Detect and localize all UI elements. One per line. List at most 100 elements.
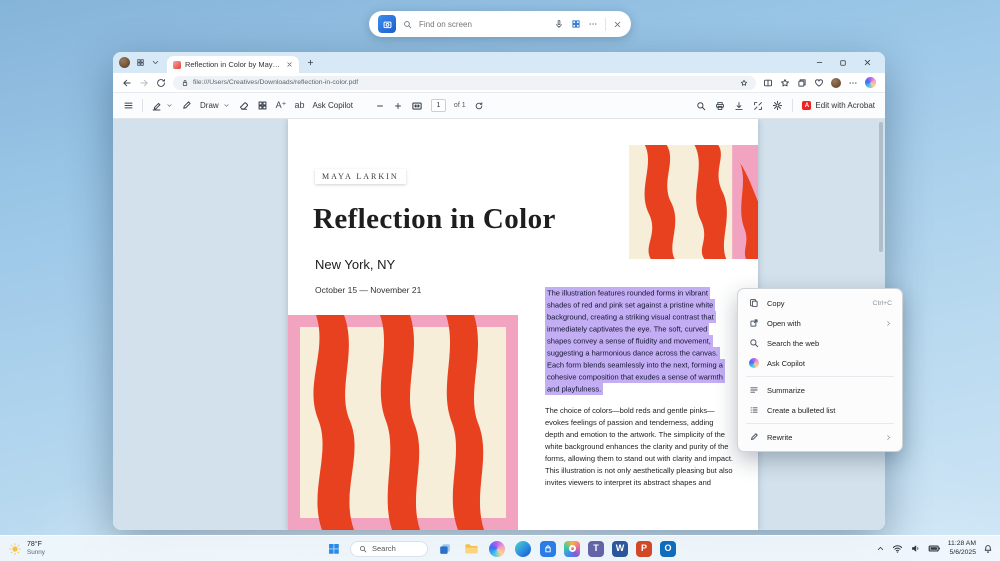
rotate-icon[interactable] bbox=[474, 101, 484, 111]
selected-paragraph[interactable]: The illustration features rounded forms … bbox=[545, 287, 733, 395]
close-icon[interactable] bbox=[613, 20, 622, 29]
artist-name-label: MAYA LARKIN bbox=[315, 169, 406, 184]
powerpoint-letter: P bbox=[641, 544, 647, 553]
artwork-left bbox=[288, 315, 518, 530]
menu-separator bbox=[746, 423, 894, 424]
tab-close-icon[interactable] bbox=[286, 61, 293, 68]
context-menu-item-ask-copilot[interactable]: Ask Copilot bbox=[738, 353, 902, 373]
copilot-icon bbox=[748, 358, 759, 368]
taskbar-search[interactable]: Search bbox=[350, 541, 428, 557]
zoom-out-icon[interactable] bbox=[375, 101, 385, 111]
context-menu-item-bulleted-list[interactable]: Create a bulleted list bbox=[738, 400, 902, 420]
url-field[interactable]: file:///Users/Creatives/Downloads/reflec… bbox=[173, 76, 756, 90]
more-icon[interactable] bbox=[588, 19, 598, 29]
document-location: New York, NY bbox=[315, 257, 395, 272]
document-dates: October 15 — November 21 bbox=[315, 285, 421, 295]
copilot-icon[interactable] bbox=[865, 77, 876, 88]
minimize-button[interactable] bbox=[807, 53, 831, 72]
battery-icon[interactable] bbox=[928, 542, 941, 555]
photos-icon[interactable] bbox=[564, 541, 580, 557]
organize-pages-icon[interactable] bbox=[257, 100, 268, 111]
profile-avatar[interactable] bbox=[831, 78, 841, 88]
page-number-input[interactable] bbox=[431, 99, 446, 112]
workspaces-icon[interactable] bbox=[136, 58, 145, 67]
chevron-down-icon[interactable] bbox=[166, 102, 173, 109]
clock-time: 11:28 AM bbox=[948, 540, 976, 548]
capture-options-icon[interactable] bbox=[571, 19, 581, 29]
browser-tab[interactable]: Reflection in Color by Maya Lark... bbox=[167, 56, 299, 73]
collections-icon[interactable] bbox=[797, 78, 807, 88]
tab-strip: Reflection in Color by Maya Lark... bbox=[113, 52, 885, 73]
edit-with-acrobat-button[interactable]: A Edit with Acrobat bbox=[802, 101, 875, 110]
store-icon[interactable] bbox=[540, 541, 556, 557]
copilot-app-icon[interactable] bbox=[488, 540, 506, 558]
back-icon[interactable] bbox=[122, 78, 132, 88]
chevron-down-icon[interactable] bbox=[223, 102, 230, 109]
read-aloud-icon[interactable]: ab bbox=[294, 101, 304, 110]
bulleted-list-icon bbox=[748, 405, 759, 415]
pdf-scrollbar[interactable] bbox=[879, 122, 883, 252]
tab-actions-icon[interactable] bbox=[151, 58, 160, 67]
word-icon[interactable]: W bbox=[612, 541, 628, 557]
start-button[interactable] bbox=[324, 540, 342, 558]
bookmark-star-icon[interactable] bbox=[740, 79, 748, 87]
mic-icon[interactable] bbox=[554, 19, 564, 29]
hidden-icons-chevron[interactable] bbox=[876, 544, 885, 553]
acrobat-icon: A bbox=[802, 101, 811, 110]
find-in-document-icon[interactable] bbox=[696, 101, 706, 111]
context-menu: Copy Ctrl+C Open with Search the web Ask… bbox=[737, 288, 903, 452]
context-menu-item-rewrite[interactable]: Rewrite bbox=[738, 427, 902, 447]
edge-icon[interactable] bbox=[514, 540, 532, 558]
settings-gear-icon[interactable] bbox=[772, 100, 783, 111]
selected-text[interactable]: The illustration features rounded forms … bbox=[545, 287, 725, 395]
ask-copilot-button[interactable]: Ask Copilot bbox=[312, 101, 352, 110]
wifi-icon[interactable] bbox=[892, 543, 903, 554]
maximize-button[interactable] bbox=[831, 53, 855, 72]
add-text-icon[interactable]: A⁺ bbox=[276, 101, 287, 110]
close-window-button[interactable] bbox=[855, 53, 879, 72]
menu-item-label: Search the web bbox=[767, 339, 892, 348]
taskbar-clock[interactable]: 11:28 AM 5/6/2025 bbox=[948, 540, 976, 556]
print-icon[interactable] bbox=[715, 101, 725, 111]
weather-temp: 78°F bbox=[27, 541, 45, 549]
snip-tool-icon[interactable] bbox=[378, 15, 396, 33]
zoom-in-icon[interactable] bbox=[393, 101, 403, 111]
context-menu-item-open-with[interactable]: Open with bbox=[738, 313, 902, 333]
task-view-icon[interactable] bbox=[436, 540, 454, 558]
file-explorer-icon[interactable] bbox=[462, 540, 480, 558]
split-screen-icon[interactable] bbox=[763, 78, 773, 88]
context-menu-item-search-web[interactable]: Search the web bbox=[738, 333, 902, 353]
favorites-heart-icon[interactable] bbox=[814, 78, 824, 88]
page-count-label: of 1 bbox=[454, 102, 466, 109]
save-icon[interactable] bbox=[734, 101, 744, 111]
powerpoint-icon[interactable]: P bbox=[636, 541, 652, 557]
highlighter-icon[interactable] bbox=[151, 100, 162, 111]
volume-icon[interactable] bbox=[910, 543, 921, 554]
find-on-screen-input[interactable] bbox=[419, 20, 547, 29]
draw-pen-icon[interactable] bbox=[181, 100, 192, 111]
sun-icon bbox=[8, 542, 22, 556]
refresh-icon[interactable] bbox=[156, 78, 166, 88]
browser-profile-avatar[interactable] bbox=[119, 57, 130, 68]
notifications-bell-icon[interactable] bbox=[983, 544, 993, 554]
favorites-icon[interactable] bbox=[780, 78, 790, 88]
tab-favicon bbox=[173, 61, 181, 69]
forward-icon[interactable] bbox=[139, 78, 149, 88]
toc-menu-icon[interactable] bbox=[123, 100, 134, 111]
weather-widget[interactable]: 78°F Sunny bbox=[8, 536, 45, 561]
outlook-icon[interactable]: O bbox=[660, 541, 676, 557]
fullscreen-icon[interactable] bbox=[753, 101, 763, 111]
lock-icon bbox=[181, 79, 189, 87]
settings-more-icon[interactable] bbox=[848, 78, 858, 88]
fit-to-width-icon[interactable] bbox=[411, 100, 423, 112]
menu-item-label: Ask Copilot bbox=[767, 359, 892, 368]
open-with-icon bbox=[748, 318, 759, 328]
eraser-icon[interactable] bbox=[238, 100, 249, 111]
context-menu-item-copy[interactable]: Copy Ctrl+C bbox=[738, 293, 902, 313]
menu-item-label: Copy bbox=[767, 299, 865, 308]
new-tab-button[interactable] bbox=[306, 58, 315, 67]
teams-icon[interactable]: T bbox=[588, 541, 604, 557]
rewrite-icon bbox=[748, 432, 759, 442]
context-menu-item-summarize[interactable]: Summarize bbox=[738, 380, 902, 400]
draw-label[interactable]: Draw bbox=[200, 101, 219, 110]
